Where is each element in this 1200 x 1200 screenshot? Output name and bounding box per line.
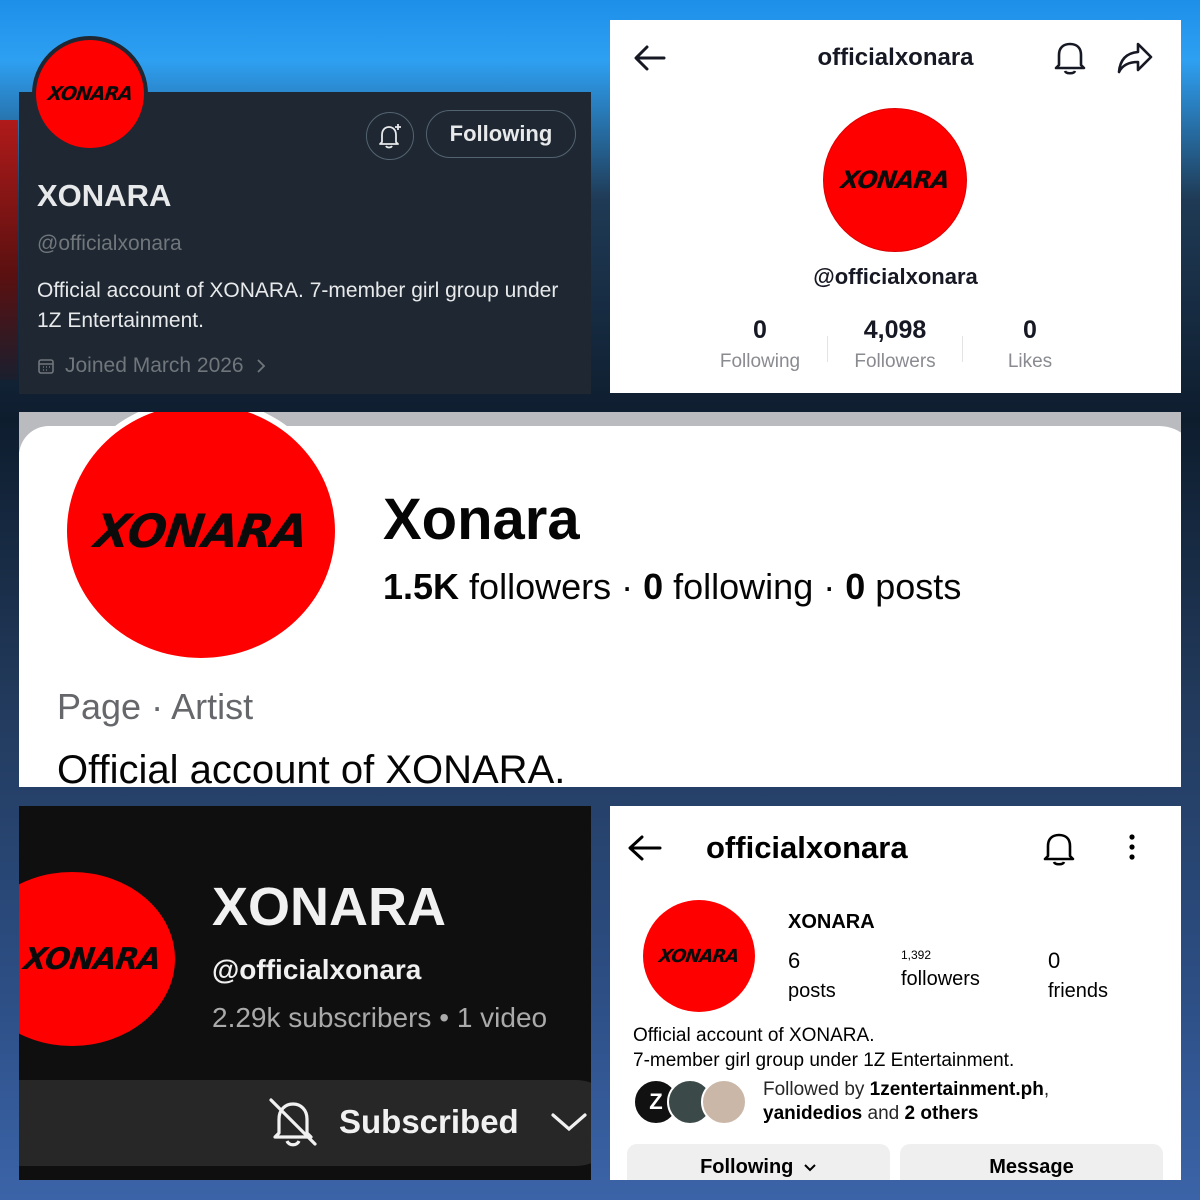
divider — [962, 336, 963, 362]
follower-link[interactable]: 1zentertainment.ph — [870, 1079, 1044, 1100]
stat-number: 0 — [1048, 948, 1061, 973]
avatar[interactable]: XONARA — [643, 900, 755, 1012]
profile-handle: @officialxonara — [37, 232, 182, 255]
followed-by-separator: , — [1043, 1079, 1050, 1100]
followed-by-prefix: Followed by — [763, 1079, 870, 1100]
avatar — [701, 1079, 747, 1125]
xonara-logo: XONARA — [21, 941, 163, 977]
stat-friends[interactable]: 0 friends — [1048, 948, 1108, 1003]
xonara-logo: XONARA — [839, 166, 951, 194]
page-category: Page · Artist — [57, 686, 254, 727]
page-title: officialxonara — [817, 44, 974, 71]
avatar[interactable]: XONARA — [32, 36, 148, 152]
bio-line: Official account of XONARA. — [633, 1025, 875, 1046]
chevron-down-icon — [551, 1113, 587, 1132]
stat-posts[interactable]: 6 posts — [788, 948, 836, 1003]
stat-number: 1,392 — [901, 948, 932, 962]
joined-date-row[interactable]: Joined March 2026 — [37, 354, 268, 378]
bell-plus-icon — [379, 124, 401, 149]
stat-label: Likes — [1007, 351, 1053, 372]
bell-icon[interactable] — [1042, 830, 1076, 866]
facebook-profile-panel: XONARA Xonara 1.5K followers · 0 following… — [19, 412, 1181, 787]
posts-label: posts — [865, 566, 962, 607]
following-label: following — [663, 566, 814, 607]
youtube-channel-panel: XONARA XONARA @officialxonara 2.29k subs… — [19, 806, 591, 1180]
notify-button[interactable] — [366, 112, 414, 160]
profile-stats: 0 Following 4,098 Followers 0 Likes — [700, 316, 1090, 373]
bell-icon[interactable] — [1052, 38, 1088, 76]
separator-dot: · — [823, 566, 836, 607]
following-label: Following — [700, 1156, 794, 1178]
separator-dot: • — [439, 1002, 457, 1033]
stat-label: posts — [788, 980, 836, 1002]
stat-number: 0 — [753, 316, 767, 344]
posts-count: 0 — [845, 566, 866, 607]
separator-dot: · — [621, 566, 634, 607]
avatar[interactable]: XONARA — [19, 872, 175, 1046]
following-button[interactable]: Following — [627, 1144, 890, 1180]
stat-label: Followers — [854, 351, 936, 372]
followers-label: followers — [459, 566, 612, 607]
profile-bio: Official account of XONARA. — [57, 748, 566, 787]
profile-name: Xonara — [383, 487, 580, 552]
avatar[interactable]: XONARA — [61, 412, 341, 664]
stat-number: 6 — [788, 948, 801, 973]
profile-name: XONARA — [37, 178, 172, 213]
xonara-logo: XONARA — [657, 945, 741, 967]
xonara-logo: XONARA — [91, 504, 311, 558]
profile-card: XONARA Xonara 1.5K followers · 0 following… — [19, 412, 1181, 787]
page-title: officialxonara — [706, 830, 908, 865]
stat-label: followers — [901, 968, 980, 990]
chevron-right-icon — [256, 359, 265, 373]
bell-off-icon — [269, 1098, 317, 1147]
followed-by-and: and — [862, 1103, 905, 1124]
twitter-profile-panel: XONARA Following XONARA @officialxonara … — [19, 36, 591, 394]
stat-label: Following — [719, 351, 801, 372]
calendar-icon — [38, 359, 54, 374]
video-count: 1 video — [456, 1002, 548, 1033]
followed-by-text: Followed by 1zentertainment.ph, yanidedi… — [763, 1078, 1049, 1126]
subscribed-button[interactable]: Subscribed — [19, 1080, 591, 1166]
message-button[interactable]: Message — [900, 1144, 1163, 1180]
tiktok-profile-panel: officialxonara XONARA @officialxonara 0 … — [610, 20, 1181, 393]
share-icon[interactable] — [1116, 40, 1154, 76]
instagram-profile-panel: officialxonara XONARA XONARA 6 posts 1,3… — [610, 806, 1181, 1180]
chevron-down-icon — [804, 1164, 816, 1172]
follower-link[interactable]: yanidedios — [763, 1103, 862, 1124]
stat-followers[interactable]: 1,392 followers — [901, 948, 980, 991]
bio-line: 7-member girl group under 1Z Entertainme… — [633, 1050, 1015, 1071]
profile-bio: Official account of XONARA. 7-member gir… — [37, 279, 559, 332]
profile-name: XONARA — [788, 911, 875, 933]
stat-following[interactable]: 0 Following — [700, 316, 820, 373]
channel-name: XONARA — [212, 877, 447, 937]
others-link[interactable]: 2 others — [905, 1103, 979, 1124]
subscribed-label: Subscribed — [339, 1103, 519, 1140]
stat-label: friends — [1048, 980, 1109, 1002]
background-decoration — [0, 120, 18, 380]
following-button[interactable]: Following — [426, 110, 576, 158]
stat-likes[interactable]: 0 Likes — [970, 316, 1090, 373]
divider — [827, 336, 828, 362]
joined-date: Joined March 2026 — [65, 354, 244, 377]
profile-stats: 1.5K followers · 0 following · 0 posts — [383, 566, 961, 608]
xonara-logo: XONARA — [46, 83, 134, 105]
stat-number: 0 — [1023, 316, 1037, 344]
more-vertical-icon[interactable] — [1126, 832, 1138, 862]
following-count: 0 — [643, 566, 664, 607]
profile-handle: @officialxonara — [813, 264, 978, 289]
channel-handle: @officialxonara — [212, 954, 422, 985]
stat-number: 4,098 — [863, 316, 927, 344]
followers-count: 1.5K — [383, 566, 460, 607]
followed-by-row[interactable]: Z Followed by 1zentertainment.ph, yanide… — [633, 1078, 1049, 1126]
channel-meta: 2.29k subscribers • 1 video — [212, 1002, 547, 1034]
subscriber-count: 2.29k subscribers — [212, 1002, 432, 1033]
avatar[interactable]: XONARA — [823, 108, 967, 252]
stat-followers[interactable]: 4,098 Followers — [835, 316, 955, 373]
back-arrow-icon[interactable] — [626, 832, 664, 864]
profile-bio: Official account of XONARA. 7-member gir… — [633, 1023, 1014, 1073]
